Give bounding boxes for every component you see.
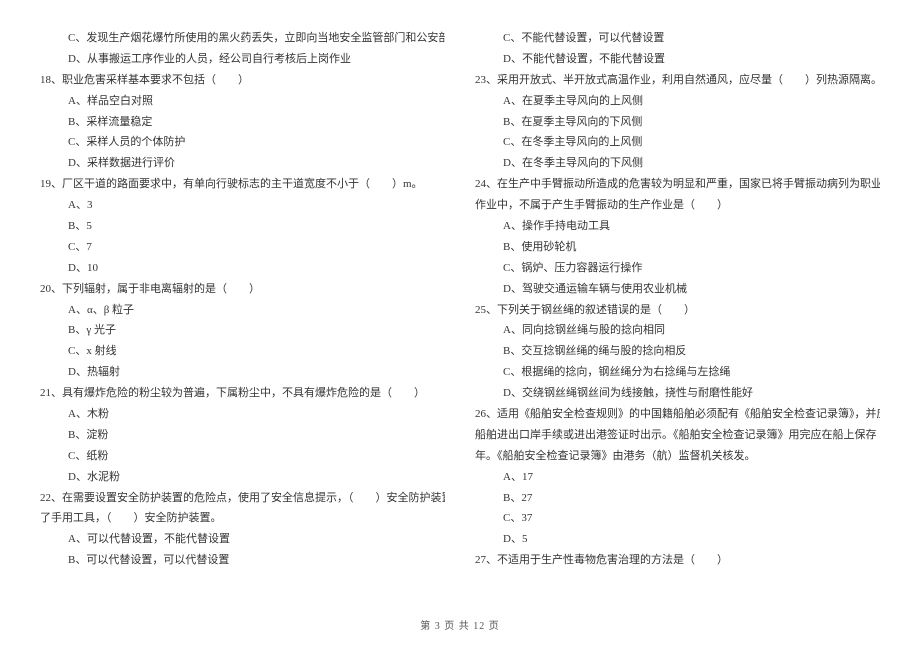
q26-option-c: C、37 <box>475 508 880 529</box>
right-column: C、不能代替设置，可以代替设置 D、不能代替设置，不能代替设置 23、采用开放式… <box>475 28 880 571</box>
q21-option-b: B、淀粉 <box>40 425 445 446</box>
q18-option-a: A、样品空白对照 <box>40 91 445 112</box>
q22-option-a: A、可以代替设置，不能代替设置 <box>40 529 445 550</box>
q22-stem-1: 22、在需要设置安全防护装置的危险点，使用了安全信息提示，（ ）安全防护装置；配… <box>40 488 445 509</box>
q26-option-b: B、27 <box>475 488 880 509</box>
q23-option-b: B、在夏季主导风向的下风侧 <box>475 112 880 133</box>
q24-option-d: D、驾驶交通运输车辆与使用农业机械 <box>475 279 880 300</box>
q17-option-d: D、从事搬运工序作业的人员，经公司自行考核后上岗作业 <box>40 49 445 70</box>
q26-option-d: D、5 <box>475 529 880 550</box>
q24-option-a: A、操作手持电动工具 <box>475 216 880 237</box>
q19-option-b: B、5 <box>40 216 445 237</box>
q22-stem-2: 了手用工具，（ ）安全防护装置。 <box>40 508 445 529</box>
q23-option-d: D、在冬季主导风向的下风侧 <box>475 153 880 174</box>
q23-option-a: A、在夏季主导风向的上风侧 <box>475 91 880 112</box>
q22-option-d: D、不能代替设置，不能代替设置 <box>475 49 880 70</box>
q24-stem-2: 作业中，不属于产生手臂振动的生产作业是（ ） <box>475 195 880 216</box>
q21-option-d: D、水泥粉 <box>40 467 445 488</box>
left-column: C、发现生产烟花爆竹所使用的黑火药丢失，立即向当地安全监管部门和公安部门报告 D… <box>40 28 445 571</box>
q19-option-a: A、3 <box>40 195 445 216</box>
q19-stem: 19、厂区干道的路面要求中，有单向行驶标志的主干道宽度不小于（ ）m。 <box>40 174 445 195</box>
page-two-column: C、发现生产烟花爆竹所使用的黑火药丢失，立即向当地安全监管部门和公安部门报告 D… <box>0 0 920 571</box>
q25-option-c: C、根据绳的捻向，钢丝绳分为右捻绳与左捻绳 <box>475 362 880 383</box>
q25-option-a: A、同向捻钢丝绳与股的捻向相同 <box>475 320 880 341</box>
q20-stem: 20、下列辐射，属于非电离辐射的是（ ） <box>40 279 445 300</box>
q24-option-c: C、锅炉、压力容器运行操作 <box>475 258 880 279</box>
q21-stem: 21、具有爆炸危险的粉尘较为普遍，下属粉尘中，不具有爆炸危险的是（ ） <box>40 383 445 404</box>
q20-option-c: C、x 射线 <box>40 341 445 362</box>
q26-stem-3: 年。《船舶安全检查记录簿》由港务（航）监督机关核发。 <box>475 446 880 467</box>
q20-option-a: A、α、β 粒子 <box>40 300 445 321</box>
q25-option-b: B、交互捻钢丝绳的绳与股的捻向相反 <box>475 341 880 362</box>
q26-option-a: A、17 <box>475 467 880 488</box>
q18-option-d: D、采样数据进行评价 <box>40 153 445 174</box>
q18-stem: 18、职业危害采样基本要求不包括（ ） <box>40 70 445 91</box>
q19-option-c: C、7 <box>40 237 445 258</box>
q18-option-b: B、采样流量稳定 <box>40 112 445 133</box>
q20-option-d: D、热辐射 <box>40 362 445 383</box>
q25-option-d: D、交绕钢丝绳钢丝间为线接触，挠性与耐磨性能好 <box>475 383 880 404</box>
q21-option-a: A、木粉 <box>40 404 445 425</box>
q24-option-b: B、使用砂轮机 <box>475 237 880 258</box>
q19-option-d: D、10 <box>40 258 445 279</box>
q18-option-c: C、采样人员的个体防护 <box>40 132 445 153</box>
q21-option-c: C、纸粉 <box>40 446 445 467</box>
q23-stem: 23、采用开放式、半开放式高温作业，利用自然通风，应尽量（ ）列热源隔离。 <box>475 70 880 91</box>
q17-option-c: C、发现生产烟花爆竹所使用的黑火药丢失，立即向当地安全监管部门和公安部门报告 <box>40 28 445 49</box>
page-footer: 第 3 页 共 12 页 <box>0 617 920 636</box>
q24-stem-1: 24、在生产中手臂振动所造成的危害较为明显和严重，国家已将手臂振动病列为职业病。… <box>475 174 880 195</box>
q26-stem-2: 船舶进出口岸手续或进出港签证时出示。《船舶安全检查记录簿》用完应在船上保存（ ） <box>475 425 880 446</box>
q27-stem: 27、不适用于生产性毒物危害治理的方法是（ ） <box>475 550 880 571</box>
q22-option-b: B、可以代替设置，可以代替设置 <box>40 550 445 571</box>
q25-stem: 25、下列关于钢丝绳的叙述错误的是（ ） <box>475 300 880 321</box>
q26-stem-1: 26、适用《船舶安全检查规则》的中国籍船舶必须配有《船舶安全检查记录簿》，并应在… <box>475 404 880 425</box>
q22-option-c: C、不能代替设置，可以代替设置 <box>475 28 880 49</box>
q20-option-b: B、γ 光子 <box>40 320 445 341</box>
q23-option-c: C、在冬季主导风向的上风侧 <box>475 132 880 153</box>
